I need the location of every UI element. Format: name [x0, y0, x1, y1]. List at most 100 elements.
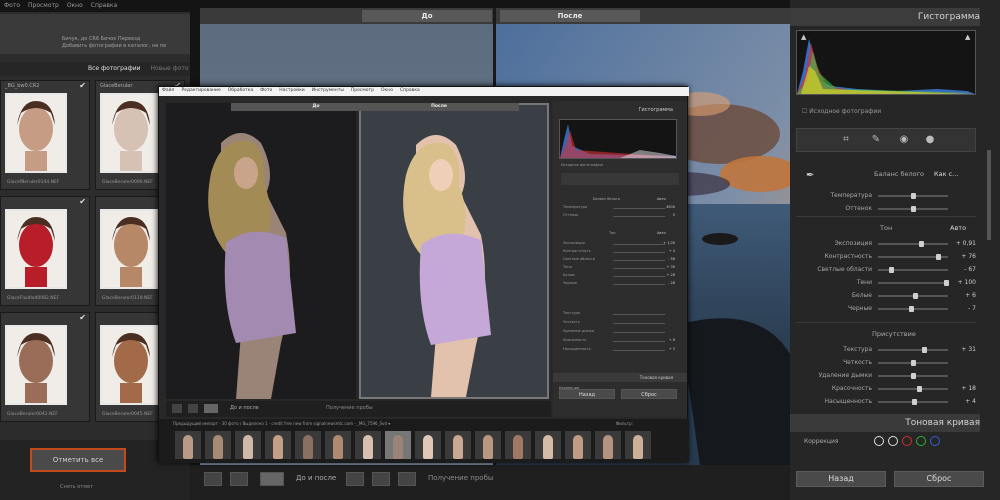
slider-value[interactable]: + 4 [965, 398, 976, 405]
window-slider[interactable]: Четкость [563, 320, 675, 326]
slider-knob[interactable] [909, 306, 915, 312]
filmstrip-thumbnail[interactable] [325, 431, 351, 459]
window-slider-track[interactable] [613, 244, 665, 245]
blue-channel-icon[interactable] [930, 436, 940, 446]
window-slider-value[interactable]: + 4 [669, 249, 675, 253]
filmstrip-thumbnail[interactable] [385, 431, 411, 459]
soft-proof-label[interactable]: Получение пробы [428, 474, 493, 482]
slider-knob[interactable] [911, 206, 916, 212]
window-slider-value[interactable]: + 1,00 [663, 241, 675, 245]
photo-grid-cell[interactable]: _BG_bw0.CR2 ✔ GlacefBeruler0144.NEF [0, 80, 90, 190]
window-slider-value[interactable]: + 26 [667, 273, 676, 277]
window-menu-item-6[interactable]: Просмотр [351, 88, 374, 95]
menu-item-3[interactable]: Справка [91, 2, 117, 10]
window-slider-track[interactable] [613, 350, 665, 351]
photo-grid-cell[interactable]: ✔ GlaceFluidled0082.NEF [0, 196, 90, 306]
window-slider-track[interactable] [613, 268, 665, 269]
photo-grid-cell[interactable]: ✔ GlaceBeruler0042.NEF [0, 312, 90, 422]
slider-knob[interactable] [944, 280, 949, 286]
window-slider-track[interactable] [613, 341, 665, 342]
window-soft-proof-label[interactable]: Получение пробы [326, 405, 373, 411]
filmstrip-thumbnail[interactable] [535, 431, 561, 459]
window-xy-icon[interactable] [188, 404, 198, 413]
slider-value[interactable]: - 7 [968, 305, 976, 312]
swap-right-icon[interactable] [372, 472, 390, 486]
copy-settings-icon[interactable] [398, 472, 416, 486]
window-reset-button[interactable]: Сброс [621, 389, 677, 399]
tab-all-photos[interactable]: Все фотографии [88, 65, 141, 76]
slider-knob[interactable] [918, 241, 924, 247]
window-slider-value[interactable]: + 30 [667, 265, 676, 269]
tone-auto-button[interactable]: Авто [950, 224, 966, 232]
photo-checkbox[interactable]: ✔ [79, 313, 86, 322]
filmstrip-thumbnail[interactable] [355, 431, 381, 459]
filmstrip-path[interactable]: Предыдущий импорт · 30 фото / Выделено 1… [173, 421, 390, 426]
filmstrip-thumbnail[interactable] [595, 431, 621, 459]
window-slider[interactable]: Экспозиция + 1,00 [563, 241, 675, 247]
slider-knob[interactable] [911, 360, 916, 366]
window-menu-item-1[interactable]: Редактирование [181, 88, 220, 95]
slider-knob[interactable] [916, 386, 922, 392]
photo-thumbnail[interactable] [100, 209, 162, 289]
filmstrip-thumbnail[interactable] [265, 431, 291, 459]
uncheck-label[interactable]: Снять отмет [60, 484, 93, 490]
window-slider[interactable]: Текстура [563, 311, 675, 317]
window-slider-track[interactable] [613, 216, 665, 217]
slider-value[interactable]: - 67 [964, 266, 976, 273]
window-back-button[interactable]: Назад [559, 389, 615, 399]
yy-view-icon[interactable] [260, 472, 284, 486]
window-slider-value[interactable]: + 3 [669, 347, 675, 351]
tone-curve-title[interactable]: Тоновая кривая [905, 418, 980, 428]
original-photo-label[interactable]: ☐ Исходное фотографии [802, 108, 881, 115]
photo-thumbnail[interactable] [5, 325, 67, 405]
window-menu-item-7[interactable]: Окно [381, 88, 393, 95]
window-slider[interactable]: Светлые области - 56 [563, 257, 675, 263]
window-slider[interactable]: Оттенок 0 [563, 213, 675, 219]
red-channel-icon[interactable] [902, 436, 912, 446]
window-slider-value[interactable]: 4900 [666, 205, 675, 209]
reset-button[interactable]: Сброс [894, 471, 984, 487]
window-slider-value[interactable]: 0 [673, 213, 675, 217]
slider-track[interactable] [878, 243, 948, 245]
slider-value[interactable]: + 18 [961, 385, 976, 392]
window-slider[interactable]: Насыщенность + 3 [563, 347, 675, 353]
point-curve-icon[interactable] [874, 436, 884, 446]
filmstrip-filter-label[interactable]: Фильтр: [616, 421, 633, 426]
filmstrip-thumbnail[interactable] [175, 431, 201, 459]
slider-knob[interactable] [912, 399, 918, 405]
filmstrip-thumbnail[interactable] [505, 431, 531, 459]
green-channel-icon[interactable] [916, 436, 926, 446]
filmstrip-thumbnail[interactable] [295, 431, 321, 459]
window-slider[interactable]: Температура 4900 [563, 205, 675, 211]
window-slider-track[interactable] [613, 208, 665, 209]
slider-value[interactable]: + 6 [965, 292, 976, 299]
window-histogram-title[interactable]: Гистограмма [639, 107, 674, 113]
window-menu-item-2[interactable]: Обработка [228, 88, 254, 95]
slider-knob[interactable] [936, 254, 942, 260]
slider-value[interactable]: + 31 [961, 346, 976, 353]
menu-item-2[interactable]: Окно [67, 2, 83, 10]
window-slider-track[interactable] [613, 252, 665, 253]
wb-preset-select[interactable]: Как с... [934, 170, 958, 178]
window-slider[interactable]: Белые + 26 [563, 273, 675, 279]
window-slider-value[interactable]: + 6 [669, 338, 675, 342]
window-slider-value[interactable]: - 28 [668, 281, 675, 285]
slider-track[interactable] [878, 349, 948, 351]
mask-icon[interactable]: ● [924, 134, 936, 146]
photo-checkbox[interactable]: ✔ [79, 81, 86, 90]
panel-scrollbar[interactable] [987, 150, 991, 240]
slider-knob[interactable] [911, 193, 916, 199]
check-all-button[interactable]: Отметить все [30, 448, 126, 472]
crop-icon[interactable]: ⌗ [840, 134, 852, 146]
window-slider[interactable]: Тени + 30 [563, 265, 675, 271]
histogram-title[interactable]: Гистограмма [918, 12, 980, 22]
loupe-view-icon[interactable] [204, 472, 222, 486]
filmstrip-thumbnail[interactable] [235, 431, 261, 459]
slider-value[interactable]: + 76 [961, 253, 976, 260]
filmstrip-thumbnail[interactable] [205, 431, 231, 459]
window-slider[interactable]: Черные - 28 [563, 281, 675, 287]
window-slider-track[interactable] [613, 323, 665, 324]
slider-knob[interactable] [911, 373, 916, 379]
slider-track[interactable] [878, 388, 948, 390]
slider-knob[interactable] [912, 293, 918, 299]
